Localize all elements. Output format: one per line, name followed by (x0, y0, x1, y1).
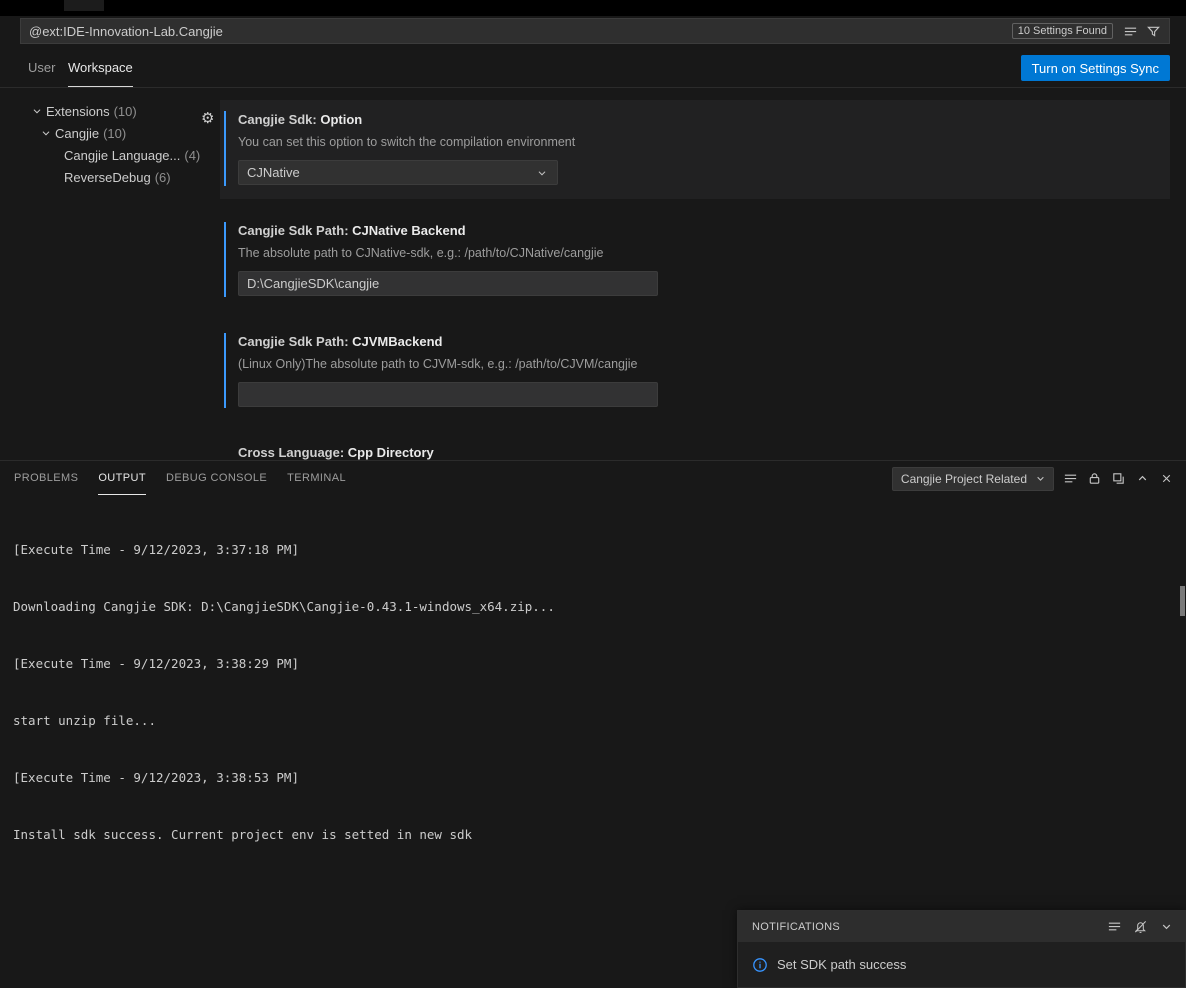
open-in-editor-icon[interactable] (1111, 471, 1126, 486)
chevron-down-icon (39, 126, 53, 140)
setting-row-sdk-option[interactable]: Cangjie Sdk: Option You can set this opt… (220, 100, 1170, 199)
dropdown-value: CJNative (247, 165, 300, 180)
setting-name: Option (320, 112, 362, 127)
close-panel-icon[interactable] (1159, 471, 1174, 486)
toc-label: Cangjie (55, 126, 99, 141)
output-line: [Execute Time - 9/12/2023, 3:38:29 PM] (13, 654, 1173, 673)
toc-item-extensions[interactable]: Extensions (10) (0, 100, 212, 122)
toc-item-cangjie-language[interactable]: Cangjie Language... (4) (0, 144, 212, 166)
panel-actions: Cangjie Project Related (892, 461, 1174, 496)
chevron-down-icon (1034, 472, 1047, 485)
panel-tabs: PROBLEMS OUTPUT DEBUG CONSOLE TERMINAL (14, 461, 346, 496)
tab-problems[interactable]: PROBLEMS (14, 461, 78, 495)
toc-item-cangjie[interactable]: Cangjie (10) (0, 122, 212, 144)
notification-item[interactable]: Set SDK path success (738, 942, 1185, 987)
output-log: [Execute Time - 9/12/2023, 3:37:18 PM] D… (0, 496, 1186, 888)
toc-label: Extensions (46, 104, 110, 119)
output-line: start unzip file... (13, 711, 1173, 730)
bottom-panel: PROBLEMS OUTPUT DEBUG CONSOLE TERMINAL C… (0, 460, 1186, 988)
setting-category: Cross Language: (238, 445, 348, 460)
settings-count-badge: 10 Settings Found (1012, 23, 1113, 39)
setting-category: Cangjie Sdk Path: (238, 223, 352, 238)
setting-name: CJVMBackend (352, 334, 442, 349)
setting-row-cjnative-path[interactable]: Cangjie Sdk Path: CJNative Backend The a… (220, 211, 1170, 310)
notifications-title: NOTIFICATIONS (752, 921, 1107, 933)
chevron-down-icon (30, 104, 44, 118)
titlebar-fragment (64, 0, 104, 11)
toc-label: ReverseDebug (64, 170, 151, 185)
notifications-center: NOTIFICATIONS Set SDK path success (737, 910, 1186, 988)
search-actions (1123, 24, 1161, 39)
sdk-option-dropdown[interactable]: CJNative (238, 160, 558, 185)
tab-output[interactable]: OUTPUT (98, 461, 146, 495)
panel-header: PROBLEMS OUTPUT DEBUG CONSOLE TERMINAL C… (0, 461, 1186, 496)
titlebar (0, 0, 1186, 16)
output-line: [Execute Time - 9/12/2023, 3:37:18 PM] (13, 540, 1173, 559)
do-not-disturb-icon[interactable] (1133, 919, 1148, 934)
output-line: Install sdk success. Current project env… (13, 825, 1173, 844)
toc-count: (6) (155, 170, 171, 185)
toc-item-reversedebug[interactable]: ReverseDebug (6) (0, 166, 212, 188)
tab-workspace[interactable]: Workspace (68, 60, 133, 87)
maximize-panel-icon[interactable] (1135, 471, 1150, 486)
setting-title: Cangjie Sdk Path: CJNative Backend (238, 223, 1156, 239)
setting-row-cjvm-path[interactable]: Cangjie Sdk Path: CJVMBackend (Linux Onl… (220, 322, 1170, 421)
toc-count: (10) (114, 104, 137, 119)
notifications-actions (1107, 919, 1174, 934)
setting-description: You can set this option to switch the co… (238, 135, 1156, 150)
setting-category: Cangjie Sdk: (238, 112, 320, 127)
setting-description: (Linux Only)The absolute path to CJVM-sd… (238, 357, 1156, 372)
info-icon (752, 957, 768, 973)
setting-description: The absolute path to CJNative-sdk, e.g.:… (238, 246, 1156, 261)
settings-sync-button[interactable]: Turn on Settings Sync (1021, 55, 1170, 81)
setting-gear-icon[interactable]: ⚙ (201, 109, 214, 127)
settings-search-input[interactable]: @ext:IDE-Innovation-Lab.Cangjie 10 Setti… (20, 18, 1170, 44)
clear-all-notifications-icon[interactable] (1107, 919, 1122, 934)
notification-message: Set SDK path success (777, 957, 906, 972)
modified-indicator (224, 333, 226, 408)
settings-toc: Extensions (10) Cangjie (10) Cangjie Lan… (0, 100, 212, 188)
output-channel-select[interactable]: Cangjie Project Related (892, 467, 1054, 491)
notifications-header: NOTIFICATIONS (738, 911, 1185, 942)
chevron-down-icon (535, 166, 549, 180)
setting-row-cpp-directory[interactable]: Cross Language: Cpp Directory (220, 433, 1170, 460)
tab-debug-console[interactable]: DEBUG CONSOLE (166, 461, 267, 495)
modified-indicator (224, 111, 226, 186)
lock-icon[interactable] (1087, 471, 1102, 486)
input-value: D:\CangjieSDK\cangjie (247, 276, 379, 291)
settings-search-query: @ext:IDE-Innovation-Lab.Cangjie (29, 24, 1012, 39)
cjvm-path-input[interactable] (238, 382, 658, 407)
setting-title: Cangjie Sdk: Option (238, 112, 1156, 128)
output-line: Downloading Cangjie SDK: D:\CangjieSDK\C… (13, 597, 1173, 616)
clear-output-icon[interactable] (1063, 471, 1078, 486)
gear-glyph: ⚙ (201, 109, 214, 127)
modified-indicator (224, 222, 226, 297)
setting-name: CJNative Backend (352, 223, 465, 238)
cjnative-path-input[interactable]: D:\CangjieSDK\cangjie (238, 271, 658, 296)
toc-count: (4) (184, 148, 200, 163)
hide-notifications-icon[interactable] (1159, 919, 1174, 934)
vscode-window: @ext:IDE-Innovation-Lab.Cangjie 10 Setti… (0, 0, 1186, 988)
filter-icon[interactable] (1146, 24, 1161, 39)
setting-name: Cpp Directory (348, 445, 434, 460)
output-line: [Execute Time - 9/12/2023, 3:38:53 PM] (13, 768, 1173, 787)
setting-title: Cangjie Sdk Path: CJVMBackend (238, 334, 1156, 350)
channel-select-value: Cangjie Project Related (901, 472, 1027, 486)
settings-scope-tabs: User Workspace Turn on Settings Sync (0, 50, 1186, 88)
scrollbar-thumb[interactable] (1180, 586, 1185, 616)
setting-category: Cangjie Sdk Path: (238, 334, 352, 349)
toc-count: (10) (103, 126, 126, 141)
setting-title: Cross Language: Cpp Directory (238, 445, 1156, 460)
tab-terminal[interactable]: TERMINAL (287, 461, 346, 495)
toc-label: Cangjie Language... (64, 148, 180, 163)
settings-list: Cangjie Sdk: Option You can set this opt… (220, 100, 1170, 460)
clear-search-filters-icon[interactable] (1123, 24, 1138, 39)
tab-user[interactable]: User (28, 60, 55, 87)
